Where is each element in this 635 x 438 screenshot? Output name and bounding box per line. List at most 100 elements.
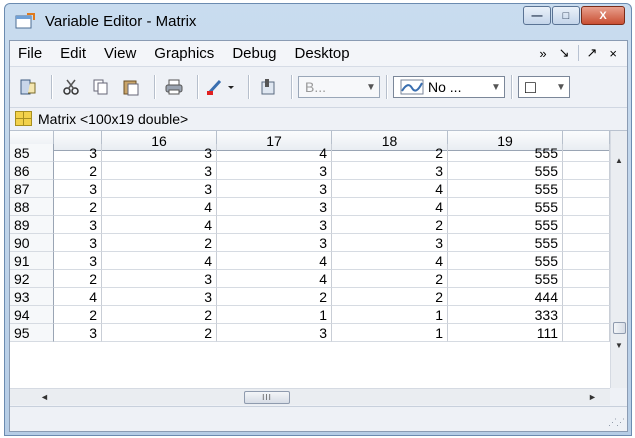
- scroll-left-icon[interactable]: ◄: [40, 389, 49, 406]
- horizontal-scroll-thumb[interactable]: III: [244, 391, 290, 404]
- brush-icon[interactable]: [204, 74, 238, 100]
- table-cell[interactable]: 4: [217, 270, 332, 288]
- table-cell-empty[interactable]: [563, 306, 610, 324]
- table-cell[interactable]: 2: [54, 198, 102, 216]
- table-cell-empty[interactable]: [563, 324, 610, 342]
- maximize-button[interactable]: □: [552, 6, 580, 25]
- title-bar[interactable]: Variable Editor - Matrix — □ X: [5, 4, 631, 40]
- table-cell-empty[interactable]: [563, 234, 610, 252]
- horizontal-scrollbar[interactable]: ◄ III ►: [10, 388, 610, 405]
- table-cell[interactable]: 3: [332, 162, 448, 180]
- table-cell[interactable]: 3: [102, 288, 217, 306]
- table-cell[interactable]: 555: [448, 144, 563, 162]
- table-cell[interactable]: 3: [217, 234, 332, 252]
- table-cell-empty[interactable]: [563, 216, 610, 234]
- table-cell[interactable]: 4: [332, 180, 448, 198]
- table-cell[interactable]: 3: [54, 234, 102, 252]
- table-cell-empty[interactable]: [563, 288, 610, 306]
- resize-grip-icon[interactable]: ⋰⋰: [608, 417, 625, 428]
- row-header[interactable]: 92: [10, 270, 54, 288]
- table-cell[interactable]: 2: [332, 216, 448, 234]
- table-cell[interactable]: 2: [54, 306, 102, 324]
- table-cell[interactable]: 1: [217, 306, 332, 324]
- import-data-icon[interactable]: [15, 74, 41, 100]
- undock-icon[interactable]: ↗: [581, 45, 604, 61]
- table-cell[interactable]: 2: [332, 144, 448, 162]
- scroll-down-icon[interactable]: ▼: [611, 338, 627, 354]
- table-cell[interactable]: 2: [54, 162, 102, 180]
- table-cell[interactable]: 555: [448, 234, 563, 252]
- menu-graphics[interactable]: Graphics: [145, 45, 223, 62]
- table-cell[interactable]: 3: [217, 324, 332, 342]
- table-cell[interactable]: 3: [102, 144, 217, 162]
- table-cell[interactable]: 4: [102, 252, 217, 270]
- minimize-button[interactable]: —: [523, 6, 551, 25]
- table-cell[interactable]: 4: [54, 288, 102, 306]
- table-cell[interactable]: 3: [54, 324, 102, 342]
- menu-edit[interactable]: Edit: [51, 45, 95, 62]
- plot-selector-combo[interactable]: No ... ▼: [393, 76, 505, 98]
- copy-icon[interactable]: [88, 74, 114, 100]
- table-cell[interactable]: 333: [448, 306, 563, 324]
- table-cell[interactable]: 555: [448, 198, 563, 216]
- table-cell[interactable]: 2: [102, 306, 217, 324]
- row-header[interactable]: 86: [10, 162, 54, 180]
- table-cell[interactable]: 4: [102, 198, 217, 216]
- table-cell[interactable]: 3: [217, 216, 332, 234]
- print-icon[interactable]: [161, 74, 187, 100]
- table-cell-empty[interactable]: [563, 144, 610, 162]
- menu-desktop[interactable]: Desktop: [286, 45, 359, 62]
- data-grid[interactable]: 16 17 18 19 85 3 3 4 2 555 86 2 3 3 3 555 87 3 3 3 4 555 8…: [10, 130, 627, 388]
- table-cell[interactable]: 3: [102, 162, 217, 180]
- table-cell-empty[interactable]: [563, 252, 610, 270]
- table-cell-empty[interactable]: [563, 180, 610, 198]
- table-cell[interactable]: 555: [448, 252, 563, 270]
- row-header[interactable]: 88: [10, 198, 54, 216]
- menu-file[interactable]: File: [10, 45, 51, 62]
- cut-icon[interactable]: [58, 74, 84, 100]
- table-cell[interactable]: 2: [54, 270, 102, 288]
- scroll-right-icon[interactable]: ►: [588, 389, 597, 406]
- table-cell[interactable]: 4: [332, 198, 448, 216]
- table-cell[interactable]: 4: [217, 144, 332, 162]
- table-cell[interactable]: 4: [102, 216, 217, 234]
- row-header[interactable]: 90: [10, 234, 54, 252]
- menu-debug[interactable]: Debug: [223, 45, 285, 62]
- row-header[interactable]: 87: [10, 180, 54, 198]
- table-cell[interactable]: 3: [102, 180, 217, 198]
- table-cell[interactable]: 2: [217, 288, 332, 306]
- table-cell[interactable]: 3: [54, 144, 102, 162]
- table-cell[interactable]: 2: [332, 288, 448, 306]
- table-cell[interactable]: 3: [54, 180, 102, 198]
- row-header[interactable]: 94: [10, 306, 54, 324]
- table-cell[interactable]: 3: [217, 162, 332, 180]
- row-header[interactable]: 91: [10, 252, 54, 270]
- new-variable-icon[interactable]: [255, 74, 281, 100]
- table-cell-empty[interactable]: [563, 270, 610, 288]
- row-header[interactable]: 85: [10, 144, 54, 162]
- menu-overflow-icon[interactable]: »: [533, 46, 552, 61]
- table-cell[interactable]: 111: [448, 324, 563, 342]
- table-cell[interactable]: 3: [217, 180, 332, 198]
- table-cell[interactable]: 4: [217, 252, 332, 270]
- table-cell[interactable]: 3: [54, 216, 102, 234]
- table-cell[interactable]: 1: [332, 306, 448, 324]
- table-cell[interactable]: 3: [332, 234, 448, 252]
- close-editor-icon[interactable]: ×: [603, 46, 623, 61]
- plot-selection-combo[interactable]: □ ▼: [518, 76, 570, 98]
- scroll-up-icon[interactable]: ▲: [611, 153, 627, 169]
- table-cell[interactable]: 3: [217, 198, 332, 216]
- dock-icon[interactable]: ↘: [553, 45, 576, 61]
- table-cell[interactable]: 555: [448, 216, 563, 234]
- table-cell[interactable]: 2: [332, 270, 448, 288]
- paste-icon[interactable]: [118, 74, 144, 100]
- row-header[interactable]: 89: [10, 216, 54, 234]
- vertical-scrollbar[interactable]: ▲ ▼: [610, 131, 627, 388]
- close-button[interactable]: X: [581, 6, 625, 25]
- table-cell[interactable]: 3: [54, 252, 102, 270]
- table-cell[interactable]: 4: [332, 252, 448, 270]
- table-cell[interactable]: 1: [332, 324, 448, 342]
- table-cell[interactable]: 2: [102, 234, 217, 252]
- table-cell-empty[interactable]: [563, 198, 610, 216]
- table-cell[interactable]: 3: [102, 270, 217, 288]
